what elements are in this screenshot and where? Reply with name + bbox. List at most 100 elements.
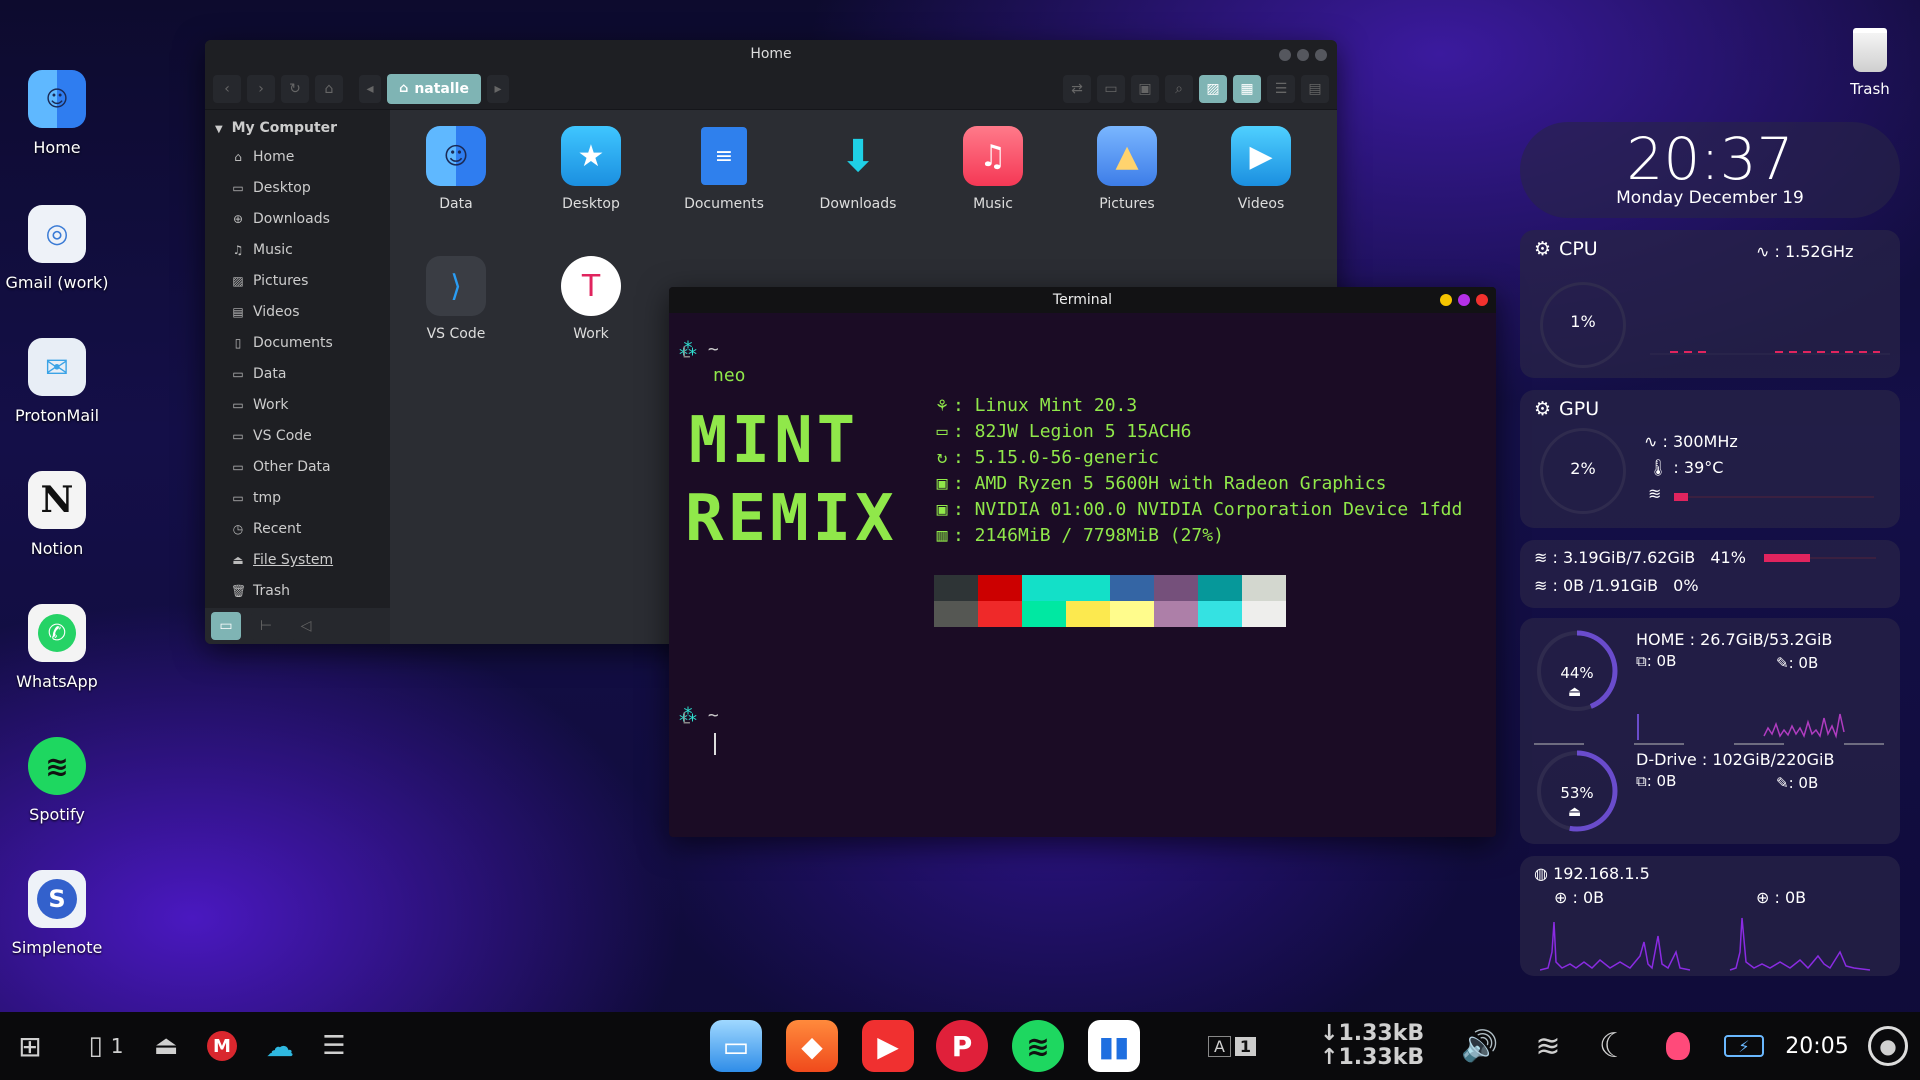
info-memory: ▥: 2146MiB / 7798MiB (27%) <box>931 525 1224 546</box>
sidebar-item-desktop[interactable]: ▭ Desktop <box>205 173 390 204</box>
kernel-icon: ↻ <box>936 447 948 468</box>
hide-sidebar-icon[interactable]: ◁ <box>291 612 321 640</box>
file-item-vscode[interactable]: ⟩ VS Code <box>396 256 516 342</box>
sidebar-item-recent[interactable]: ◷ Recent <box>205 514 390 545</box>
desktop-icon-notion[interactable]: N Notion <box>0 471 114 558</box>
dock-trello-icon[interactable]: ▮▮ <box>1088 1020 1140 1072</box>
phone-icon: ▯ <box>88 1031 103 1061</box>
sidebar-item-tmp[interactable]: ▭ tmp <box>205 483 390 514</box>
palette-row-bottom <box>934 601 1286 627</box>
app-grid-icon[interactable]: ⊞ <box>12 1012 48 1080</box>
cpu-freq-row: ∿ : 1.52GHz <box>1756 242 1854 261</box>
desktop-icon-label: Simplenote <box>11 938 103 957</box>
dock-brave-icon[interactable]: ◆ <box>786 1020 838 1072</box>
keyboard-layout-indicator[interactable]: A 1 <box>1200 1012 1264 1080</box>
sidebar-item-videos[interactable]: ▤ Videos <box>205 297 390 328</box>
forward-button[interactable]: › <box>247 74 275 103</box>
d-drive-name: D-Drive : 102GiB/220GiB <box>1636 750 1835 769</box>
tree-toggle-icon[interactable]: ⊢ <box>251 612 281 640</box>
dock-pinterest-icon[interactable]: P <box>936 1020 988 1072</box>
path-right-button[interactable]: ▸ <box>486 74 509 103</box>
desktop-icon-label: Spotify <box>29 805 85 824</box>
sidebar-item-pictures[interactable]: ▨ Pictures <box>205 266 390 297</box>
sidebar-item-downloads[interactable]: ⊕ Downloads <box>205 204 390 235</box>
terminal-titlebar[interactable]: Terminal <box>669 287 1496 313</box>
battery-charging-icon[interactable]: ⚡ <box>1718 1012 1770 1080</box>
taskbar-clock[interactable]: 20:05 <box>1782 1012 1852 1080</box>
search-icon[interactable]: ⌕ <box>1165 74 1193 103</box>
minimize-button[interactable] <box>1440 294 1452 306</box>
clock-time: 20:37 <box>1626 125 1794 193</box>
sidebar-item-documents[interactable]: ▯ Documents <box>205 328 390 359</box>
dock-youtube-icon[interactable]: ▶ <box>862 1020 914 1072</box>
night-mode-icon[interactable]: ☾ <box>1592 1012 1636 1080</box>
sidebar-item-vscode[interactable]: ▭ VS Code <box>205 421 390 452</box>
maximize-button[interactable] <box>1297 49 1309 61</box>
volume-icon[interactable]: 🔊 <box>1458 1012 1502 1080</box>
file-item-videos[interactable]: ▶ Videos <box>1201 126 1321 212</box>
notes-icon[interactable]: ☰ <box>316 1012 352 1080</box>
maximize-button[interactable] <box>1458 294 1470 306</box>
wifi-icon[interactable]: ≋ <box>1526 1012 1570 1080</box>
thumbnail-toggle-icon[interactable]: ▨ <box>1199 74 1227 103</box>
desktop-icon-home[interactable]: ☺ Home <box>0 70 114 157</box>
workspace-count: 1 <box>110 1034 124 1058</box>
sidebar-item-music[interactable]: ♫ Music <box>205 235 390 266</box>
close-button[interactable] <box>1315 49 1327 61</box>
home-button[interactable]: ⌂ <box>315 74 343 103</box>
desktop-icon-protonmail[interactable]: ✉ ProtonMail <box>0 338 114 425</box>
file-item-data[interactable]: ☺ Data <box>396 126 516 212</box>
reload-button[interactable]: ↻ <box>281 74 309 103</box>
palette-swatch <box>1198 601 1242 627</box>
desktop-icon-simplenote[interactable]: S Simplenote <box>0 870 114 957</box>
dock-spotify-icon[interactable]: ≋ <box>1012 1020 1064 1072</box>
close-button[interactable] <box>1476 294 1488 306</box>
file-item-downloads[interactable]: ⬇ Downloads <box>798 126 918 213</box>
drive-icon[interactable]: ⏏ <box>146 1012 186 1080</box>
places-toggle-icon[interactable]: ▭ <box>211 612 241 640</box>
desktop-icon: ▭ <box>232 181 244 195</box>
network-widget: ◍ 192.168.1.5 ⊕ : 0B ⊕ : 0B <box>1520 856 1900 976</box>
dock-files-icon[interactable]: ▭ <box>710 1020 762 1072</box>
compact-view-icon[interactable]: ▤ <box>1301 74 1329 103</box>
desktop-trash[interactable]: Trash <box>1838 28 1902 98</box>
back-button[interactable]: ‹ <box>213 74 241 103</box>
cloud-sync-icon[interactable]: ☁ <box>260 1012 300 1080</box>
list-view-icon[interactable]: ☰ <box>1267 74 1295 103</box>
gpu-memory-bar <box>1674 493 1874 501</box>
file-item-desktop[interactable]: ★ Desktop <box>531 126 651 212</box>
sidebar-item-trash[interactable]: 🗑 Trash <box>205 576 390 607</box>
breadcrumb[interactable]: ⌂ natalle <box>387 73 481 104</box>
picture-icon: ▨ <box>232 274 244 288</box>
desktop-icon-spotify[interactable]: ≋ Spotify <box>0 737 114 824</box>
sidebar-item-other-data[interactable]: ▭ Other Data <box>205 452 390 483</box>
lightbulb-icon[interactable] <box>1660 1012 1696 1080</box>
file-item-work[interactable]: T Work <box>531 256 651 342</box>
minimize-button[interactable] <box>1279 49 1291 61</box>
sidebar-header[interactable]: ▼ My Computer <box>205 116 390 142</box>
file-manager-titlebar[interactable]: Home <box>205 40 1337 68</box>
finder-face-icon: ☺ <box>28 70 86 128</box>
palette-swatch <box>1110 601 1154 627</box>
file-item-pictures[interactable]: ▲ Pictures <box>1067 126 1187 212</box>
user-avatar-icon[interactable]: ● <box>1864 1012 1912 1080</box>
sidebar-item-work[interactable]: ▭ Work <box>205 390 390 421</box>
terminal-window[interactable]: Terminal ⁂ ~ └ neo MINT REMIX ⚘: Linux M… <box>669 287 1496 837</box>
icon-view-icon[interactable]: ▦ <box>1233 74 1261 103</box>
file-item-documents[interactable]: ≡ Documents <box>664 126 784 212</box>
desktop-icon-gmail[interactable]: ◎ Gmail (work) <box>0 205 114 292</box>
file-item-music[interactable]: ♫ Music <box>933 126 1053 212</box>
memory-icon: ▥ <box>936 525 948 546</box>
terminal-icon[interactable]: ▭ <box>1097 74 1125 103</box>
window-title: Terminal <box>1052 292 1113 308</box>
new-folder-icon[interactable]: ▣ <box>1131 74 1159 103</box>
sidebar-item-home[interactable]: ⌂ Home <box>205 142 390 173</box>
workspace-switcher[interactable]: ▯ 1 <box>76 1012 136 1080</box>
sidebar-item-data[interactable]: ▭ Data <box>205 359 390 390</box>
mega-icon[interactable]: M <box>204 1012 240 1080</box>
toggle-location-icon[interactable]: ⇄ <box>1063 74 1091 103</box>
path-left-button[interactable]: ◂ <box>359 74 381 103</box>
chip-icon: ▣ <box>936 499 948 520</box>
desktop-icon-whatsapp[interactable]: ✆ WhatsApp <box>0 604 114 691</box>
sidebar-item-file-system[interactable]: ⏏ File System <box>205 545 390 576</box>
